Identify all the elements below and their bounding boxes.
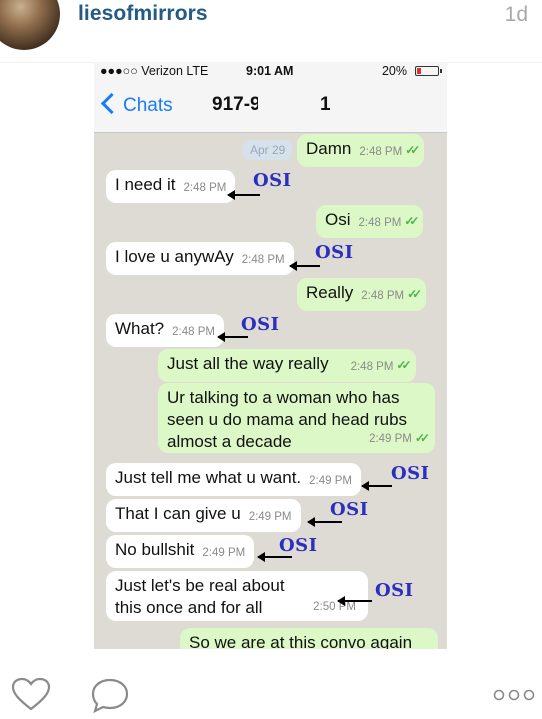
annotation-label: OSI — [253, 170, 292, 191]
double-check-icon: ✓✓ — [414, 431, 430, 445]
double-check-icon: ✓✓ — [407, 287, 422, 301]
back-to-chats-button[interactable]: Chats — [123, 95, 173, 117]
message-time: 2:48 PM — [359, 146, 403, 158]
message-bubble-incoming: No bullshit 2:49 PM — [106, 535, 255, 568]
annotation-label: OSI — [391, 463, 430, 484]
double-check-icon: ✓✓ — [396, 358, 411, 372]
message-bubble-incoming: What? 2:48 PM — [106, 314, 224, 347]
message-time: 2:49 PM — [309, 475, 352, 487]
arrow-icon — [337, 596, 372, 606]
message-text: What? — [115, 319, 165, 338]
chat-navbar: Chats 917-9 1 — [94, 80, 447, 133]
date-chip: Apr 29 — [243, 140, 293, 160]
message-time: 2:48 PM — [350, 361, 394, 373]
message-time: 2:48 PM — [241, 254, 285, 266]
message-text: Just tell me what u want. — [115, 468, 302, 487]
message-text: Damn — [306, 139, 352, 158]
message-text: That I can give u — [115, 504, 241, 523]
heart-icon[interactable] — [10, 676, 52, 717]
message-text: I love u anywAy — [115, 247, 234, 266]
message-time: 2:49 PM — [248, 511, 292, 523]
redaction-box — [258, 90, 316, 120]
battery-fill — [417, 68, 421, 74]
message-text: So we are at this convo again — [189, 633, 413, 649]
message-bubble-outgoing: Just all the way really 2:48 PM ✓✓ — [158, 349, 416, 382]
post-header: liesofmirrors 1d — [0, 0, 542, 62]
message-time-block: 2:49 PM ✓✓ — [369, 427, 430, 450]
arrow-icon — [227, 190, 260, 200]
message-time: 2:49 PM — [369, 433, 412, 445]
message-time: 2:48 PM — [183, 182, 227, 194]
post-time: 1d — [504, 3, 528, 26]
arrow-icon — [289, 261, 320, 271]
more-options-icon[interactable] — [493, 688, 535, 706]
message-text: Just let's be real about this once and f… — [115, 576, 285, 617]
message-text: Just all the way really — [167, 354, 329, 373]
arrow-icon — [361, 481, 392, 491]
message-bubble-incoming: That I can give u 2:49 PM — [106, 499, 301, 532]
contact-number-end: 1 — [320, 94, 331, 115]
post-image[interactable]: ●●●○○ Verizon LTE 9:01 AM 20% Chats 917-… — [94, 62, 447, 649]
battery-icon — [415, 66, 442, 76]
message-bubble-outgoing: Really 2:48 PM ✓✓ — [297, 278, 427, 311]
double-check-icon: ✓✓ — [405, 143, 420, 157]
annotation-label: OSI — [315, 242, 354, 263]
status-time: 9:01 AM — [246, 64, 294, 78]
contact-number: 917-9 — [212, 94, 261, 115]
message-time: 2:49 PM — [202, 547, 246, 559]
chevron-left-icon[interactable] — [100, 92, 123, 115]
message-bubble-outgoing: Damn 2:48 PM ✓✓ — [297, 134, 425, 167]
message-bubble-incoming: I need it 2:48 PM — [106, 170, 236, 203]
status-bar: ●●●○○ Verizon LTE 9:01 AM 20% — [94, 62, 447, 80]
message-time: 2:48 PM — [361, 290, 405, 302]
message-text: Osi — [325, 210, 351, 229]
annotation-label: OSI — [330, 499, 369, 520]
username[interactable]: liesofmirrors — [78, 2, 208, 26]
comment-icon[interactable] — [89, 676, 131, 719]
message-bubble-incoming: Just tell me what u want. 2:49 PM — [106, 463, 361, 496]
message-bubble-incoming: I love u anywAy 2:48 PM — [106, 242, 294, 275]
message-bubble-outgoing: Ur talking to a woman who has seen u do … — [158, 383, 435, 453]
message-text: I need it — [115, 175, 176, 194]
message-text: Really — [306, 283, 354, 302]
arrow-icon — [217, 332, 248, 342]
message-time: 2:48 PM — [358, 217, 402, 229]
arrow-icon — [307, 517, 342, 527]
carrier-signal: ●●●○○ Verizon LTE — [100, 64, 209, 78]
annotation-label: OSI — [375, 580, 414, 601]
annotation-label: OSI — [241, 314, 280, 335]
battery-percent: 20% — [381, 64, 407, 78]
annotation-label: OSI — [279, 535, 318, 556]
message-bubble-outgoing: So we are at this convo again — [180, 628, 438, 649]
message-time: 2:48 PM — [172, 326, 215, 338]
avatar[interactable] — [0, 0, 60, 50]
double-check-icon: ✓✓ — [404, 214, 419, 228]
message-bubble-incoming: Just let's be real about this once and f… — [106, 571, 368, 621]
message-bubble-outgoing: Osi 2:48 PM ✓✓ — [316, 205, 424, 238]
arrow-icon — [257, 552, 292, 562]
message-text: No bullshit — [115, 540, 195, 559]
